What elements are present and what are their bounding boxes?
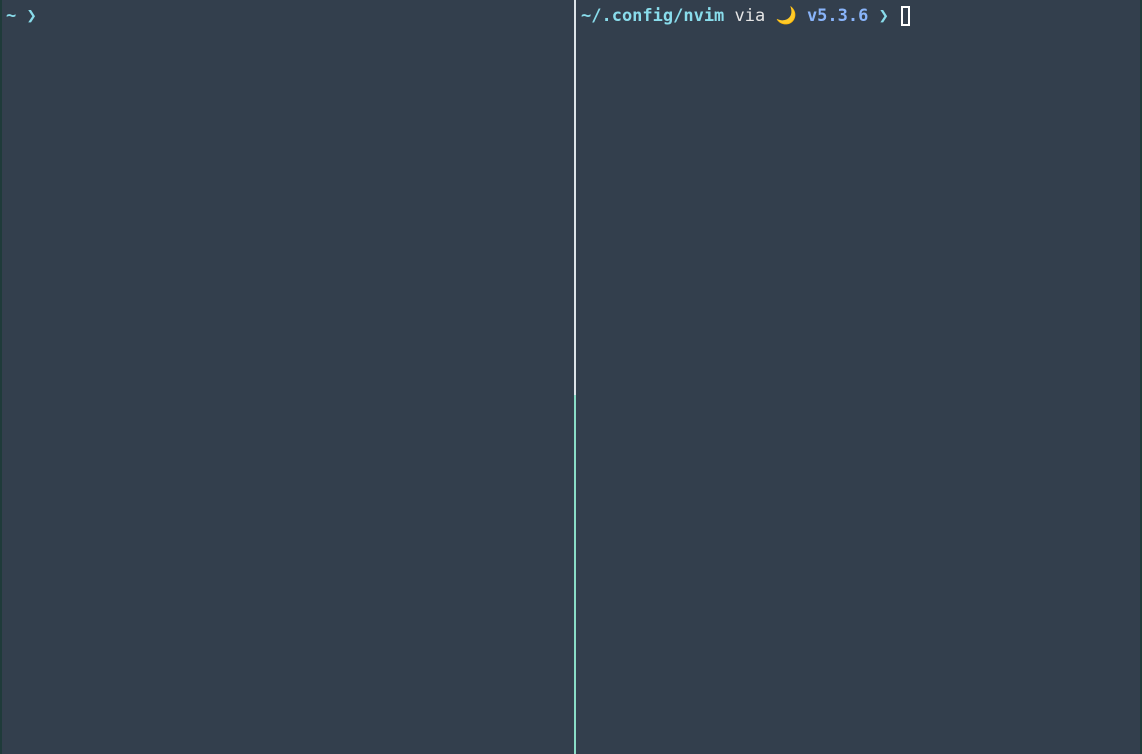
moon-icon: 🌙 [775,6,797,26]
shell-prompt: ~/.config/nvim via 🌙 v5.3.6 ❯ [581,1,1140,31]
lua-version: v5.3.6 [806,6,869,26]
terminal-pane-left[interactable]: ~ ❯ [2,0,574,754]
terminal-pane-right[interactable]: ~/.config/nvim via 🌙 v5.3.6 ❯ [576,0,1140,754]
terminal-window[interactable]: ~ ❯ ~/.config/nvim via 🌙 v5.3.6 ❯ [2,0,1140,754]
shell-prompt: ~ ❯ [6,1,574,31]
text-cursor[interactable] [901,6,911,26]
prompt-directory: ~/.config/nvim [581,6,725,26]
prompt-via-label: via [734,6,766,26]
prompt-chevron-icon: ❯ [878,6,889,26]
prompt-chevron-icon: ❯ [26,6,37,26]
prompt-directory: ~ [6,6,17,26]
